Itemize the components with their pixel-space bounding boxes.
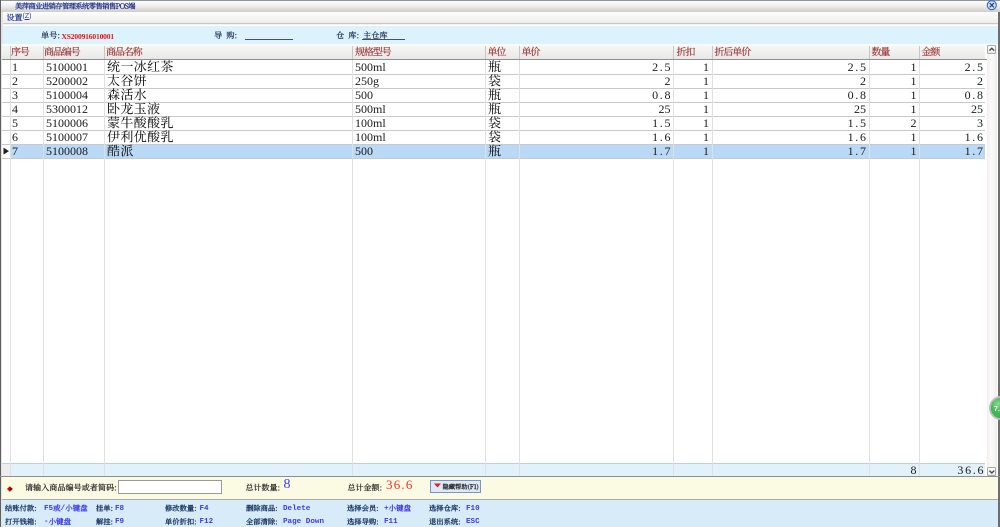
svg-text:7.: 7. [994, 406, 1000, 413]
